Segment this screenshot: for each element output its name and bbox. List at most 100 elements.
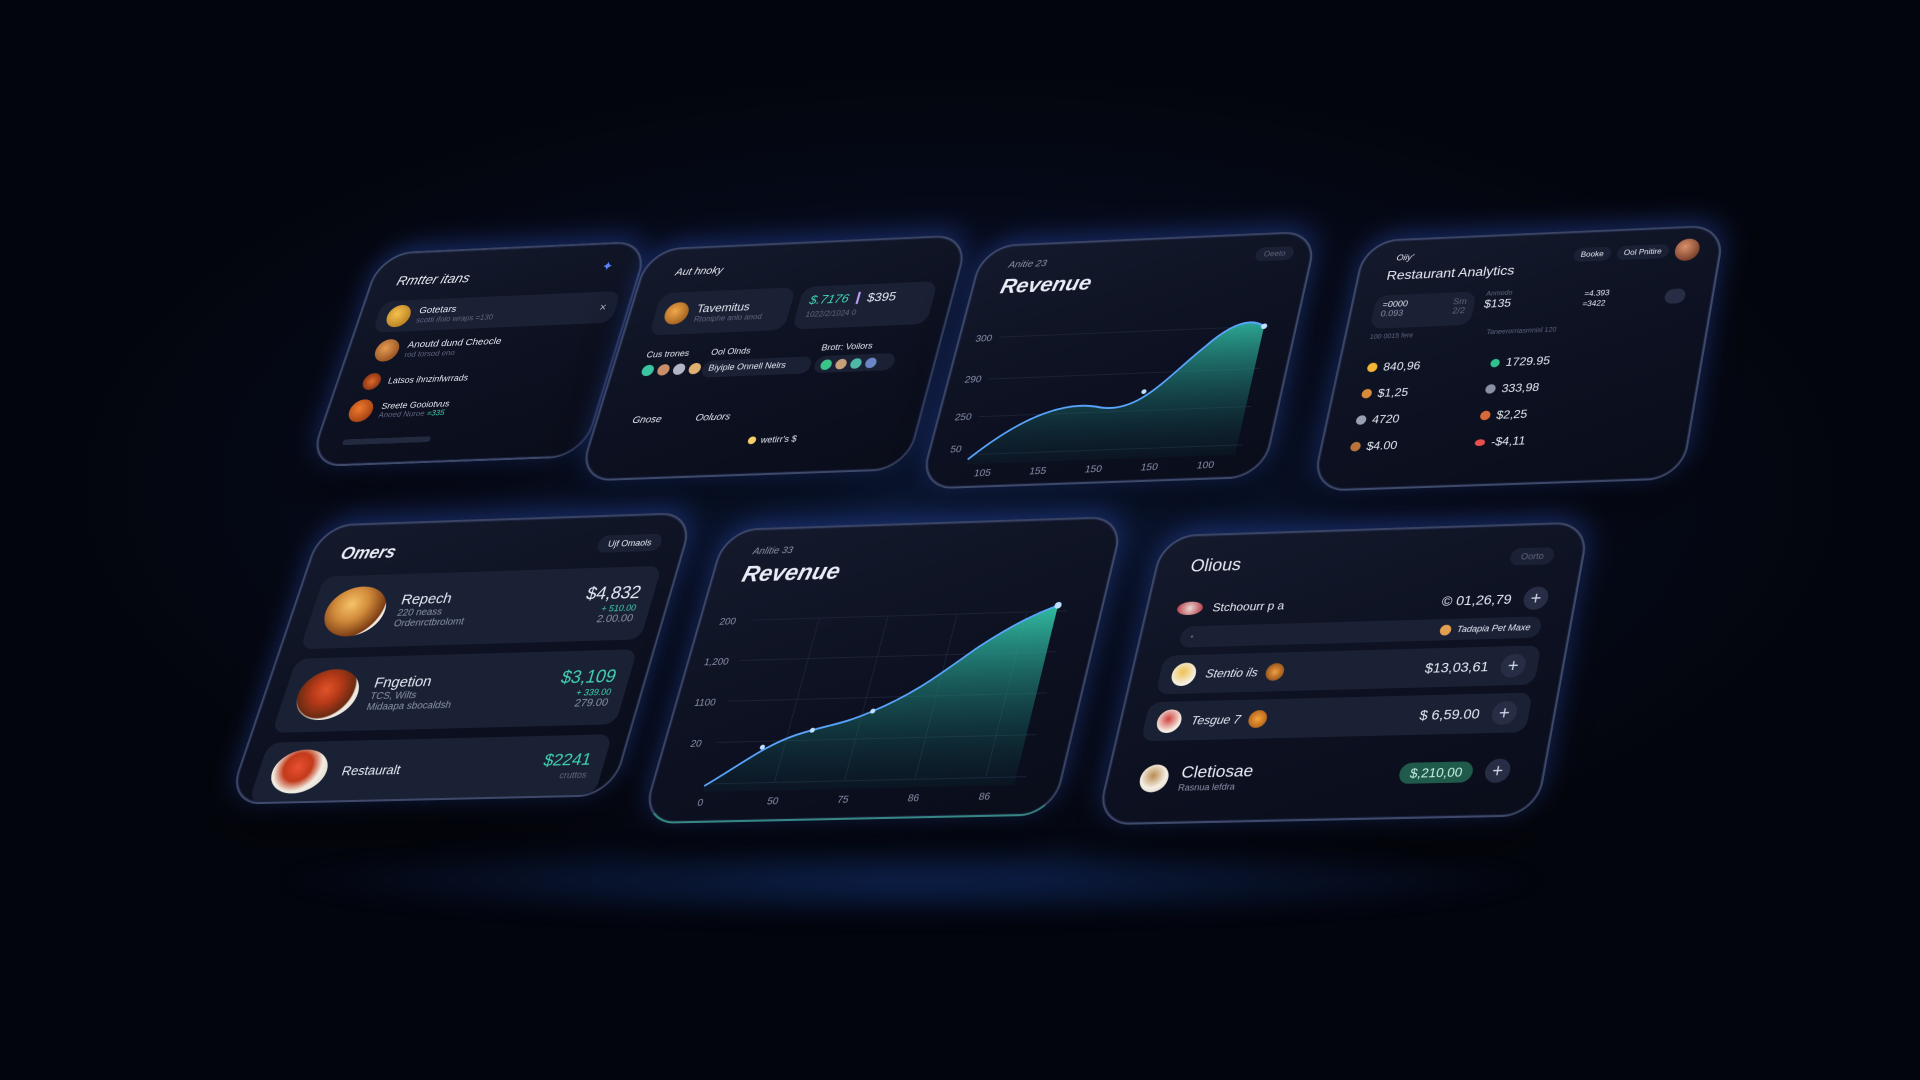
y-tick: 50: [949, 444, 963, 455]
list-item[interactable]: Latsos ihnzinfwrrads: [360, 369, 471, 391]
avatar: [655, 363, 671, 376]
card-header: Aut hnoky: [673, 265, 725, 279]
x-tick: 75: [836, 795, 851, 806]
food-icon: [1479, 410, 1492, 421]
value: 840,96: [1382, 358, 1422, 374]
x-tick: 150: [1084, 464, 1104, 475]
card-title: Rmtter itans: [394, 270, 473, 289]
floor-glow: [260, 840, 1560, 920]
item-sub: Anoed Nuroe: [377, 408, 427, 419]
order-row[interactable]: Repech 220 neass Ordenrctbrolomt $4,832 …: [299, 565, 663, 650]
card-title: Omers: [338, 542, 399, 564]
dish-image: [317, 585, 394, 638]
stat-right: =4.393 =3422: [1582, 288, 1611, 309]
bullet-icon: •: [1189, 631, 1195, 642]
item-tile[interactable]: Tavemitus Rtoniphe anlo anod: [648, 287, 797, 336]
option-row[interactable]: Tesgue 7 $ 6,59.00 +: [1140, 692, 1533, 742]
option-price: $ 6,59.00: [1418, 705, 1482, 723]
revenue-chart-large: 200 1,200 1100 20 0 50 75 86 86: [689, 591, 1101, 809]
restaurant-analytics-card: Oiiy' Restaurant Analytics Booke Ool Pni…: [1310, 224, 1726, 492]
add-button[interactable]: +: [1498, 653, 1528, 678]
order-price: $3,109: [558, 665, 619, 687]
food-icon: [1349, 441, 1362, 452]
list-item[interactable]: Anoutd dund Cheocle rod torsod eno: [371, 334, 504, 363]
option-footer-row[interactable]: Cletiosae Rasnua lefdra $,210,00 +: [1124, 746, 1524, 803]
section-label: Brotr: Voilors: [820, 340, 875, 353]
values-right: 1729.95 333,98 $2,25 -$4,11: [1472, 347, 1552, 455]
order-row[interactable]: Restauralt $2241 cruttos: [248, 734, 613, 803]
tab-bar: Booke Ool Pnitire: [1572, 238, 1702, 265]
food-icon: [661, 301, 692, 325]
food-icon: [1438, 624, 1453, 636]
chart-title: Revenue: [739, 558, 844, 588]
item-name: Latsos ihnzinfwrrads: [386, 372, 470, 386]
order-row[interactable]: Fngetion TCS, Wilts Midaapa sbocaldsh $3…: [271, 649, 638, 733]
food-icon: [1355, 415, 1368, 425]
y-tick: 290: [963, 375, 983, 386]
dashboard-scene: Rmtter itans ✦ Gotetars scotti ifolo wra…: [0, 0, 1920, 1080]
y-tick: 1,200: [703, 657, 731, 668]
tag-icon: ❙: [851, 289, 866, 305]
visitors-avatars: [812, 353, 897, 374]
food-icon: [371, 338, 403, 363]
stat-value: $135: [1482, 296, 1513, 311]
footer-label: Ooluors: [694, 411, 732, 424]
footer-value: wetirr's $: [759, 433, 799, 445]
section-pill[interactable]: Biyiple Onnell Nelrs: [699, 356, 814, 378]
dish-image: [289, 668, 367, 721]
badge[interactable]: Oorto: [1509, 547, 1556, 566]
order-sub: Midaapa sbocaldsh: [365, 699, 453, 713]
subrow-label: Tadapia Pet Maxe: [1456, 622, 1532, 635]
footer-label: Gnose: [630, 414, 664, 427]
section-label: Cus trones: [645, 348, 691, 360]
avatar[interactable]: [1673, 238, 1702, 262]
list-item[interactable]: Sreete Gooiotvus Anoed Nuroe =335: [345, 396, 452, 423]
y-tick: 200: [718, 617, 738, 628]
y-tick: 250: [953, 412, 973, 423]
price-badge: $,210,00: [1397, 760, 1475, 784]
value: 333,98: [1500, 380, 1541, 396]
status-dot-icon: [1489, 358, 1501, 368]
option-name: Cletiosae: [1179, 761, 1256, 782]
amount-teal: $.7176: [808, 290, 852, 307]
brand-label: Oiiy': [1395, 252, 1415, 263]
coin-icon: [1366, 362, 1379, 373]
caption: 100 0015 fere: [1369, 332, 1414, 341]
card-title: Olious: [1188, 554, 1244, 576]
y-tick: 1100: [693, 698, 718, 709]
badge[interactable]: Ujf Omaols: [595, 533, 664, 553]
food-icon: [1263, 662, 1286, 681]
toggle-icon[interactable]: [1663, 288, 1687, 304]
add-button[interactable]: +: [1521, 586, 1551, 611]
food-icon: [1474, 438, 1486, 446]
x-tick: 105: [973, 468, 993, 479]
stat-value: =3422: [1581, 298, 1607, 309]
add-button[interactable]: +: [1482, 758, 1513, 784]
option-row[interactable]: Stentio ils $13,03,61 +: [1155, 645, 1542, 695]
food-icon: [1246, 709, 1269, 729]
food-icon: [345, 398, 377, 423]
close-icon[interactable]: ×: [598, 301, 609, 314]
chart-title: Revenue: [998, 271, 1095, 298]
area-fill: [702, 605, 1059, 792]
option-name: Tesgue 7: [1189, 712, 1242, 728]
tab-pnitire[interactable]: Ool Pnitire: [1615, 243, 1671, 260]
value: 4720: [1370, 412, 1401, 427]
list-item[interactable]: Gotetars scotti ifolo wraps =130 ×: [372, 290, 622, 333]
food-icon: [1484, 384, 1497, 394]
x-tick: 150: [1139, 462, 1159, 473]
order-change: 279.00: [572, 696, 610, 710]
option-sub: Rasnua lefdra: [1177, 781, 1237, 793]
amount-tile: $.7176 ❙ $395 1022/2/1024 0: [791, 281, 938, 330]
orders-card: Omers Ujf Omaols Repech 220 neass Ordenr…: [226, 511, 696, 805]
y-tick: 300: [974, 334, 994, 345]
tab-book[interactable]: Booke: [1572, 246, 1613, 262]
y-tick: 20: [689, 739, 704, 750]
food-icon: [1360, 388, 1373, 399]
x-tick: 50: [766, 796, 781, 807]
data-point: [1140, 389, 1148, 395]
add-button[interactable]: +: [1489, 700, 1519, 726]
badge[interactable]: Oeeto: [1254, 246, 1296, 262]
scrollbar[interactable]: [341, 436, 432, 446]
blue-cluster-icon: ✦: [599, 258, 616, 274]
